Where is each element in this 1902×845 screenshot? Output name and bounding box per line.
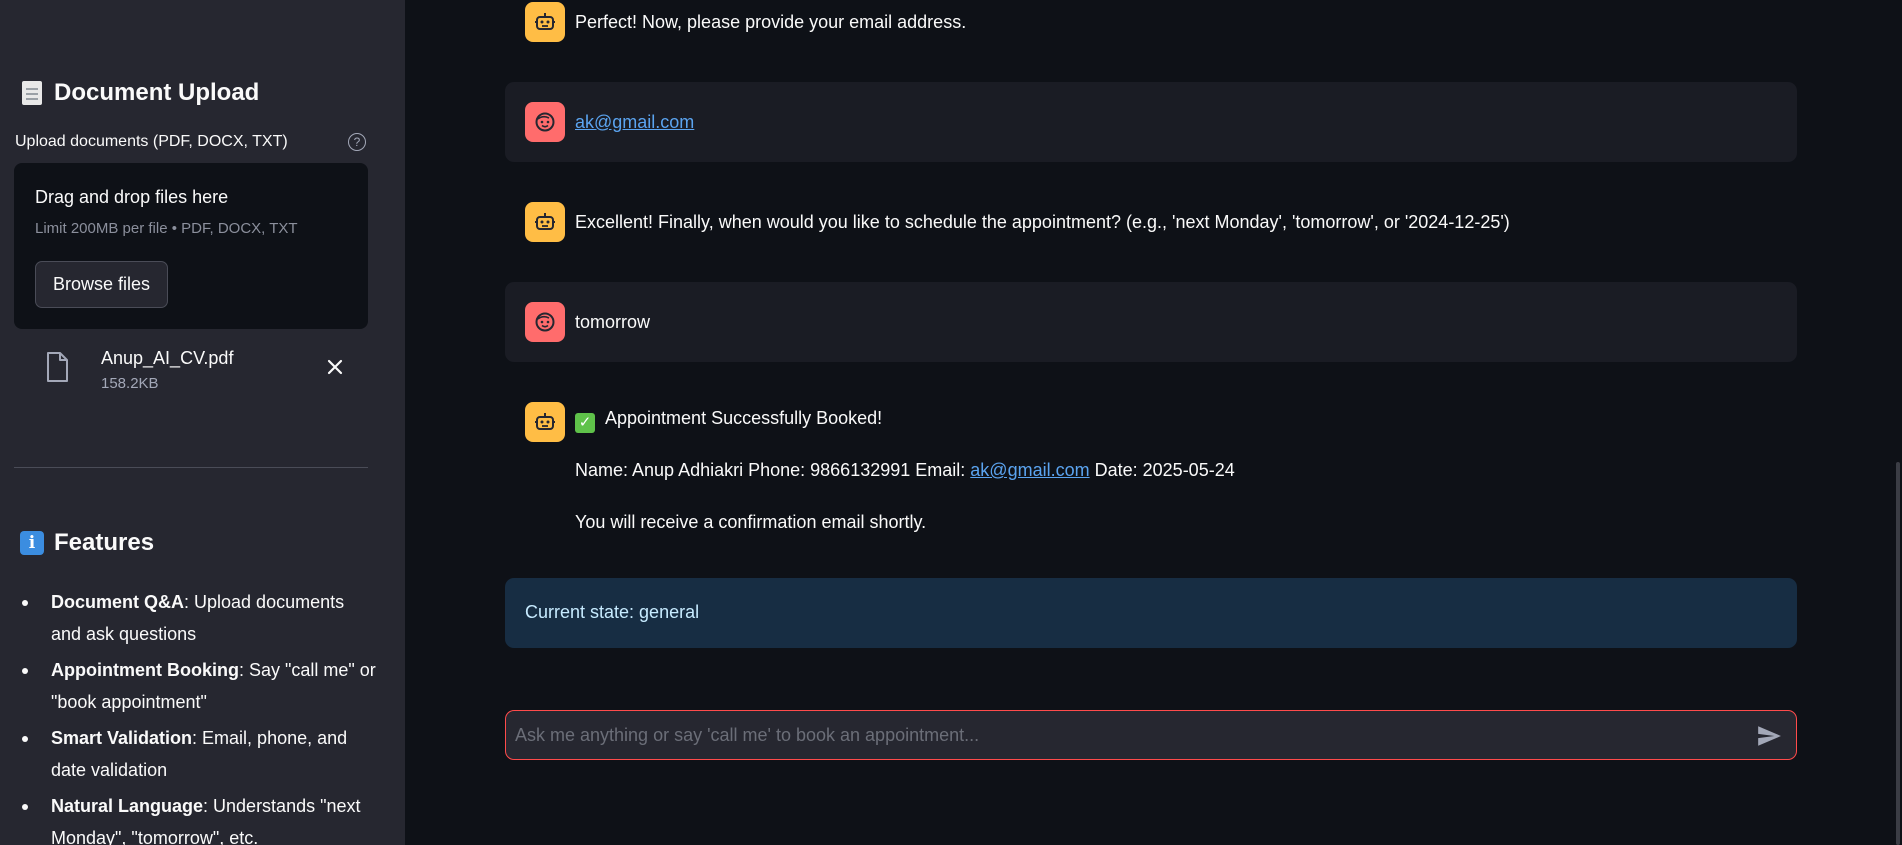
assistant-message: ✓ Appointment Successfully Booked! Name: …	[505, 400, 1797, 540]
assistant-message: Perfect! Now, please provide your email …	[505, 0, 1797, 44]
features-list: Document Q&A: Upload documents and ask q…	[22, 586, 377, 845]
send-icon[interactable]	[1756, 723, 1782, 749]
chat-input[interactable]	[515, 711, 1735, 759]
message-text: Perfect! Now, please provide your email …	[575, 12, 967, 32]
feature-title: Natural Language	[51, 796, 204, 816]
booking-details: Name: Anup Adhiakri Phone: 9866132991 Em…	[575, 459, 1235, 481]
uploaded-file: Anup_AI_CV.pdf 158.2KB	[14, 340, 368, 400]
help-icon[interactable]: ?	[348, 133, 366, 151]
dropzone-limit: Limit 200MB per file • PDF, DOCX, TXT	[35, 220, 298, 237]
message-text: Excellent! Finally, when would you like …	[575, 212, 1510, 232]
feature-item: Smart Validation: Email, phone, and date…	[22, 722, 377, 786]
feature-item: Appointment Booking: Say "call me" or "b…	[22, 654, 377, 718]
browse-files-button[interactable]: Browse files	[35, 261, 168, 308]
upload-heading-text: Document Upload	[54, 79, 260, 106]
file-size: 158.2KB	[101, 375, 159, 392]
user-message: tomorrow	[505, 282, 1797, 362]
state-info-box: Current state: general	[505, 578, 1797, 648]
booking-details-suffix: Date: 2025-05-24	[1094, 460, 1235, 480]
features-heading-text: Features	[54, 529, 155, 556]
feature-item: Natural Language: Understands "next Mond…	[22, 790, 377, 845]
feature-item: Document Q&A: Upload documents and ask q…	[22, 586, 377, 650]
user-message: ak@gmail.com	[505, 82, 1797, 162]
sidebar-divider	[14, 467, 368, 468]
booking-title: ✓ Appointment Successfully Booked!	[575, 407, 882, 433]
booking-footer: You will receive a confirmation email sh…	[575, 512, 927, 532]
email-link[interactable]: ak@gmail.com	[575, 111, 694, 133]
check-icon: ✓	[575, 413, 595, 433]
scrollbar[interactable]	[1896, 462, 1900, 845]
robot-icon	[525, 2, 565, 42]
state-text: Current state: general	[525, 602, 700, 622]
dropzone-title: Drag and drop files here	[35, 187, 229, 207]
file-name: Anup_AI_CV.pdf	[101, 348, 234, 368]
close-icon[interactable]	[323, 355, 347, 379]
file-dropzone[interactable]: Drag and drop files here Limit 200MB per…	[14, 163, 368, 329]
features-heading: i Features	[19, 529, 154, 557]
robot-icon	[525, 402, 565, 442]
face-icon	[525, 302, 565, 342]
upload-label: Upload documents (PDF, DOCX, TXT)	[15, 133, 288, 150]
assistant-message: Excellent! Finally, when would you like …	[505, 200, 1797, 244]
booking-email-link[interactable]: ak@gmail.com	[970, 460, 1089, 480]
document-icon	[19, 80, 45, 106]
feature-title: Smart Validation	[51, 728, 193, 748]
upload-heading: Document Upload	[19, 79, 259, 107]
feature-title: Appointment Booking	[51, 660, 239, 680]
feature-title: Document Q&A	[51, 592, 185, 612]
robot-icon	[525, 202, 565, 242]
message-text: tomorrow	[575, 312, 651, 332]
info-icon: i	[19, 530, 45, 556]
file-icon	[47, 352, 68, 382]
sidebar: Document Upload Upload documents (PDF, D…	[0, 0, 405, 845]
chat-input-container	[505, 710, 1797, 760]
face-icon	[525, 102, 565, 142]
booking-details-prefix: Name: Anup Adhiakri Phone: 9866132991 Em…	[575, 460, 966, 480]
booking-title-text: Appointment Successfully Booked!	[605, 408, 883, 428]
